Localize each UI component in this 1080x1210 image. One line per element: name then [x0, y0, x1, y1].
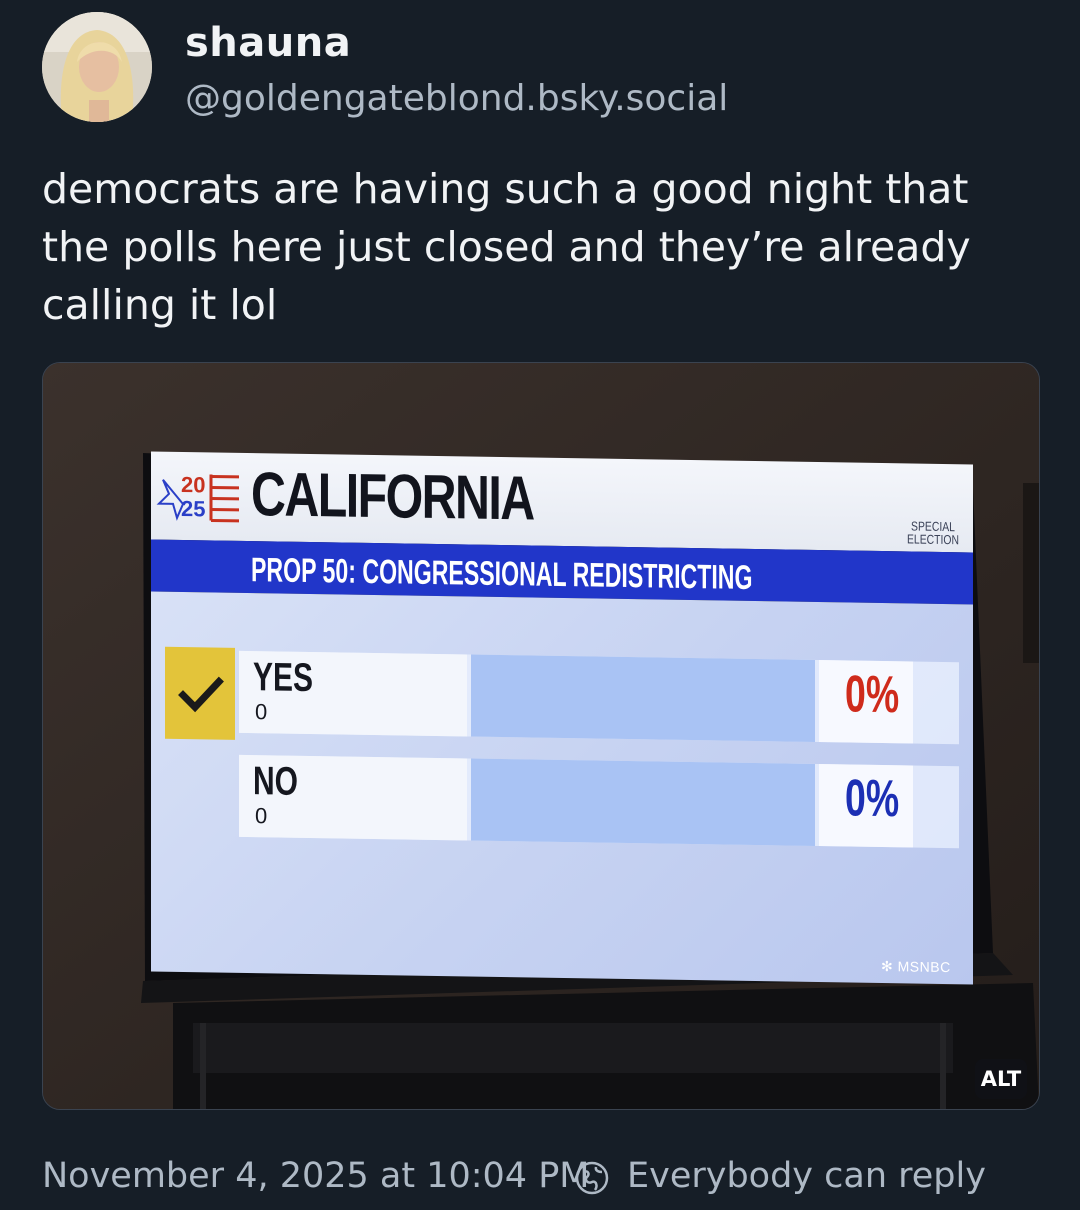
tv-results-board: YES 0 0% NO 0 0% ✻ MSNBC — [151, 591, 973, 985]
result-choice: YES — [253, 655, 314, 701]
post-footer: November 4, 2025 at 10:04 PM Everybody c… — [42, 1152, 1042, 1202]
result-votes: 0 — [255, 699, 268, 725]
logo-year-top: 20 — [181, 472, 205, 497]
logo-year-bottom: 25 — [181, 496, 205, 521]
result-label-cell: NO 0 — [239, 754, 467, 841]
tv-election-type: SPECIAL ELECTION — [901, 518, 965, 548]
reply-setting[interactable]: Everybody can reply — [627, 1156, 986, 1196]
author-handle[interactable]: @goldengateblond.bsky.social — [185, 78, 728, 119]
post-text: democrats are having such a good night t… — [42, 165, 971, 329]
result-percent: 0% — [845, 769, 900, 829]
peacock-icon: ✻ — [881, 957, 898, 975]
post-timestamp[interactable]: November 4, 2025 at 10:04 PM — [42, 1156, 590, 1196]
election-2025-logo: 20 25 — [156, 472, 239, 523]
avatar-image — [42, 12, 152, 122]
result-percent-cell: 0% — [819, 764, 913, 848]
post-image[interactable]: 20 25 CALIFORNIA SPECIAL ELECTION PROP 5… — [42, 362, 1040, 1110]
tv-screen: 20 25 CALIFORNIA SPECIAL ELECTION PROP 5… — [151, 451, 975, 985]
result-bar — [471, 758, 815, 846]
election-type-line2: ELECTION — [906, 531, 959, 548]
avatar[interactable] — [42, 12, 152, 122]
result-choice: NO — [253, 759, 298, 804]
tv-result-row-no: NO 0 0% — [239, 754, 959, 849]
author-display-name[interactable]: shauna — [185, 20, 351, 66]
result-votes: 0 — [255, 803, 268, 829]
network-logo: ✻ MSNBC — [881, 958, 951, 976]
result-bar — [471, 654, 815, 742]
earth-icon — [575, 1161, 609, 1195]
tv-result-row-yes: YES 0 0% — [239, 650, 959, 745]
post-header: shauna @goldengateblond.bsky.social — [42, 12, 1042, 124]
result-percent: 0% — [845, 665, 900, 725]
tv-proposition-label: PROP 50: CONGRESSIONAL REDISTRICTING — [251, 551, 753, 597]
tv-title-bar: 20 25 CALIFORNIA SPECIAL ELECTION — [151, 451, 973, 553]
network-name: MSNBC — [897, 958, 951, 976]
result-label-cell: YES 0 — [239, 650, 467, 737]
result-percent-cell: 0% — [819, 660, 913, 744]
called-check-icon — [165, 646, 235, 740]
tv-state-title: CALIFORNIA — [251, 460, 534, 534]
alt-text-button[interactable]: ALT — [975, 1059, 1027, 1099]
